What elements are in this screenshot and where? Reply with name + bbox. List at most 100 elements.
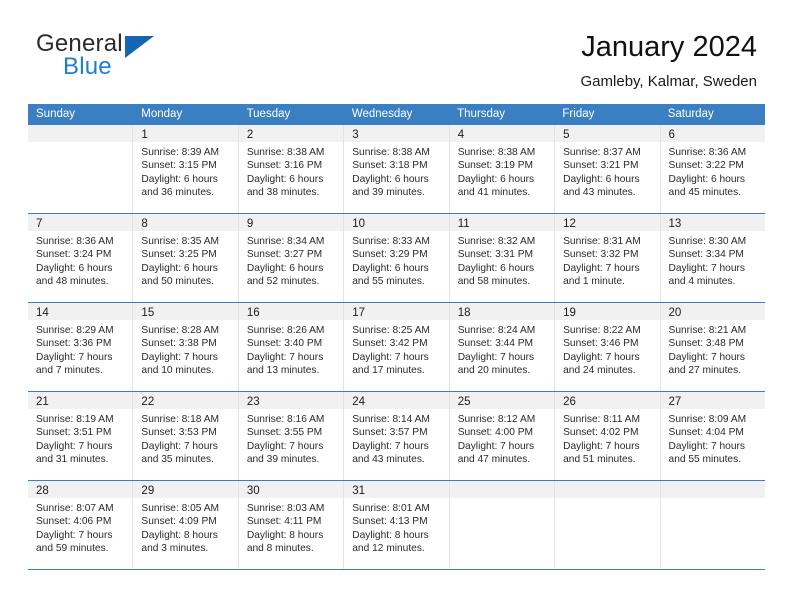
day-number: 15 (141, 307, 155, 319)
day-number-bar: 26 (555, 392, 660, 409)
day-detail-line: Sunset: 4:04 PM (668, 427, 744, 439)
day-details: Sunrise: 8:05 AM Sunset: 4:09 PM Daylight:… (133, 498, 237, 556)
day-number: 13 (668, 218, 682, 230)
day-cell[interactable]: 20 Sunrise: 8:21 AM Sunset: 3:48 PM Dayligh… (660, 303, 765, 391)
day-cell[interactable]: 19 Sunrise: 8:22 AM Sunset: 3:46 PM Dayligh… (555, 303, 661, 391)
day-detail-line: Daylight: 7 hours (457, 440, 535, 452)
day-number-bar: 3 (344, 125, 449, 142)
day-detail-line: Daylight: 6 hours (668, 173, 745, 185)
day-detail-line: Sunset: 3:18 PM (352, 160, 428, 172)
day-detail-line: Sunset: 4:02 PM (563, 427, 639, 439)
day-cell[interactable]: 11 Sunrise: 8:32 AM Sunset: 3:31 PM Dayligh… (449, 214, 556, 302)
day-cell[interactable]: 16 Sunrise: 8:26 AM Sunset: 3:40 PM Dayligh… (238, 303, 345, 391)
day-cell[interactable]: 7 Sunrise: 8:36 AM Sunset: 3:24 PM Daylight… (28, 214, 134, 302)
day-detail-line: Sunrise: 8:35 AM (141, 236, 220, 247)
day-cell[interactable]: 15 Sunrise: 8:28 AM Sunset: 3:38 PM Dayligh… (133, 303, 239, 391)
day-details: Sunrise: 8:36 AM Sunset: 3:24 PM Daylight:… (28, 231, 132, 289)
day-cell[interactable]: 2 Sunrise: 8:38 AM Sunset: 3:16 PM Daylight… (238, 125, 345, 213)
day-details: Sunrise: 8:01 AM Sunset: 4:13 PM Daylight:… (344, 498, 448, 556)
day-detail-line: and 3 minutes. (141, 543, 209, 555)
day-cell[interactable]: 30 Sunrise: 8:03 AM Sunset: 4:11 PM Dayligh… (238, 481, 345, 569)
day-cell[interactable]: 31 Sunrise: 8:01 AM Sunset: 4:13 PM Dayligh… (344, 481, 450, 569)
day-detail-line: Daylight: 7 hours (668, 351, 745, 363)
day-detail-line: and 7 minutes. (36, 365, 103, 377)
day-cell[interactable]: 13 Sunrise: 8:30 AM Sunset: 3:34 PM Dayligh… (660, 214, 765, 302)
day-number-bar: 22 (133, 392, 238, 409)
day-detail-line: Sunrise: 8:03 AM (246, 503, 325, 514)
day-cell[interactable]: 17 Sunrise: 8:25 AM Sunset: 3:42 PM Dayligh… (344, 303, 450, 391)
day-number: 29 (141, 485, 155, 497)
day-detail-line: Sunrise: 8:33 AM (352, 236, 430, 247)
day-cell[interactable]: 25 Sunrise: 8:12 AM Sunset: 4:00 PM Dayligh… (449, 392, 556, 480)
day-detail-line: and 52 minutes. (246, 276, 320, 288)
day-detail-line: Daylight: 8 hours (352, 529, 429, 541)
day-cell-empty (28, 125, 134, 213)
day-number: 28 (36, 485, 49, 497)
day-cell[interactable]: 12 Sunrise: 8:31 AM Sunset: 3:32 PM Dayligh… (555, 214, 661, 302)
day-cell[interactable]: 4 Sunrise: 8:38 AM Sunset: 3:19 PM Daylight… (449, 125, 556, 213)
day-detail-line: Daylight: 6 hours (352, 262, 429, 274)
day-detail-line: Sunrise: 8:14 AM (352, 414, 430, 425)
day-detail-line: and 20 minutes. (457, 365, 531, 377)
day-detail-line: Sunrise: 8:32 AM (457, 236, 536, 247)
day-number: 22 (141, 396, 155, 408)
day-detail-line: Sunset: 3:27 PM (246, 249, 323, 261)
day-cell[interactable]: 18 Sunrise: 8:24 AM Sunset: 3:44 PM Dayligh… (449, 303, 556, 391)
day-detail-line: Sunset: 3:24 PM (36, 249, 112, 261)
day-detail-line: Sunset: 3:57 PM (352, 427, 428, 439)
weekday-tuesday: Tuesday (246, 108, 291, 120)
day-detail-line: Daylight: 6 hours (563, 173, 640, 185)
day-details: Sunrise: 8:24 AM Sunset: 3:44 PM Daylight:… (450, 320, 554, 378)
day-cell[interactable]: 3 Sunrise: 8:38 AM Sunset: 3:18 PM Daylight… (344, 125, 450, 213)
day-cell-empty (555, 481, 661, 569)
day-cell[interactable]: 14 Sunrise: 8:29 AM Sunset: 3:36 PM Dayligh… (28, 303, 134, 391)
day-detail-line: Sunset: 3:53 PM (141, 427, 217, 439)
day-detail-line: Sunrise: 8:18 AM (141, 414, 220, 425)
day-detail-line: Daylight: 7 hours (246, 440, 324, 452)
day-cell[interactable]: 29 Sunrise: 8:05 AM Sunset: 4:09 PM Dayligh… (133, 481, 239, 569)
day-number: 8 (141, 218, 148, 230)
day-detail-line: Sunset: 4:11 PM (246, 516, 322, 528)
day-cell[interactable]: 9 Sunrise: 8:34 AM Sunset: 3:27 PM Daylight… (238, 214, 345, 302)
day-detail-line: Daylight: 6 hours (457, 173, 535, 185)
day-details (555, 498, 659, 502)
day-cell[interactable]: 24 Sunrise: 8:14 AM Sunset: 3:57 PM Dayligh… (344, 392, 450, 480)
day-detail-line: and 24 minutes. (563, 365, 636, 377)
day-cell[interactable]: 1 Sunrise: 8:39 AM Sunset: 3:15 PM Daylight… (133, 125, 239, 213)
day-detail-line: Daylight: 6 hours (352, 173, 429, 185)
day-number-bar: 13 (660, 214, 765, 231)
day-number-bar: 2 (238, 125, 344, 142)
day-cell[interactable]: 10 Sunrise: 8:33 AM Sunset: 3:29 PM Dayligh… (344, 214, 450, 302)
day-cell[interactable]: 6 Sunrise: 8:36 AM Sunset: 3:22 PM Daylight… (660, 125, 765, 213)
day-number-bar: 17 (344, 303, 449, 320)
day-cell[interactable]: 5 Sunrise: 8:37 AM Sunset: 3:21 PM Daylight… (555, 125, 661, 213)
day-number-bar (28, 125, 133, 142)
day-cell[interactable]: 21 Sunrise: 8:19 AM Sunset: 3:51 PM Dayligh… (28, 392, 134, 480)
weekday-saturday: Saturday (667, 108, 714, 120)
day-detail-line: Sunset: 3:16 PM (246, 160, 323, 172)
day-number-bar: 18 (449, 303, 555, 320)
day-details: Sunrise: 8:28 AM Sunset: 3:38 PM Daylight:… (133, 320, 237, 378)
generalblue-logo[interactable]: General Blue (33, 30, 213, 82)
weekday-friday: Friday (562, 108, 595, 120)
day-number: 21 (36, 396, 49, 408)
day-detail-line: Sunrise: 8:11 AM (563, 414, 640, 425)
day-cell[interactable]: 23 Sunrise: 8:16 AM Sunset: 3:55 PM Dayligh… (238, 392, 345, 480)
day-number-bar: 7 (28, 214, 133, 231)
day-details: Sunrise: 8:37 AM Sunset: 3:21 PM Daylight:… (555, 142, 659, 200)
day-cell[interactable]: 8 Sunrise: 8:35 AM Sunset: 3:25 PM Daylight… (133, 214, 239, 302)
day-details: Sunrise: 8:16 AM Sunset: 3:55 PM Daylight:… (239, 409, 343, 467)
day-detail-line: and 27 minutes. (668, 365, 742, 377)
day-cell[interactable]: 22 Sunrise: 8:18 AM Sunset: 3:53 PM Dayligh… (133, 392, 239, 480)
day-detail-line: Daylight: 6 hours (246, 262, 324, 274)
day-cell[interactable]: 26 Sunrise: 8:11 AM Sunset: 4:02 PM Dayligh… (555, 392, 661, 480)
day-number: 18 (457, 307, 471, 319)
day-number-bar: 23 (238, 392, 344, 409)
day-cell[interactable]: 27 Sunrise: 8:09 AM Sunset: 4:04 PM Dayligh… (660, 392, 765, 480)
day-detail-line: Sunset: 3:55 PM (246, 427, 323, 439)
page-title: January 2024 (581, 31, 757, 63)
day-detail-line: Daylight: 7 hours (457, 351, 535, 363)
day-detail-line: and 43 minutes. (563, 187, 636, 199)
day-cell[interactable]: 28 Sunrise: 8:07 AM Sunset: 4:06 PM Dayligh… (28, 481, 134, 569)
day-detail-line: Sunset: 4:13 PM (352, 516, 428, 528)
